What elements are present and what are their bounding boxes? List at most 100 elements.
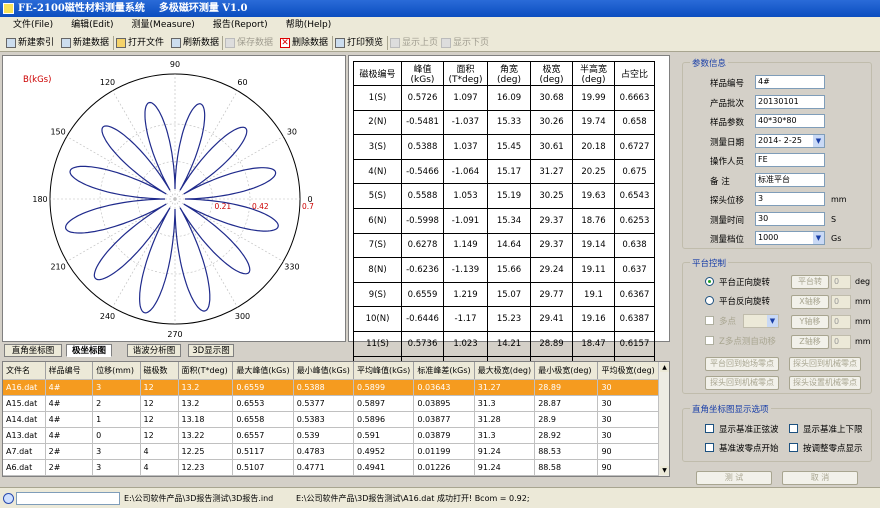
- pole-table-row: 7(S) 0.6278 1.149 14.64 29.37 19.14 0.638: [353, 232, 655, 259]
- grid-cell: 90: [597, 459, 659, 476]
- menu-edit[interactable]: 编辑(Edit): [62, 17, 122, 34]
- param-field[interactable]: 4#: [755, 75, 825, 89]
- print-preview-button[interactable]: 打印预览: [334, 36, 383, 50]
- rotate-unit: deg: [855, 277, 871, 286]
- show-limits-checkbox[interactable]: [789, 424, 798, 433]
- z-multi-auto-checkbox[interactable]: [705, 336, 714, 345]
- probe-mech-zero-button[interactable]: 探头回到机械零点: [705, 376, 779, 390]
- grid-cell: 2#: [45, 459, 94, 476]
- pole-table-cell: 4(N): [353, 158, 402, 185]
- param-field[interactable]: 20130101: [755, 94, 825, 109]
- chevron-down-icon[interactable]: ▼: [813, 232, 824, 244]
- table-row[interactable]: A7.dat 2# 3 4 12.25 0.5117 0.4783 0.4952 0.01199…: [3, 443, 659, 460]
- open-file-button[interactable]: 打开文件: [115, 36, 164, 50]
- x-move-value[interactable]: 0: [831, 295, 851, 309]
- platform-home-button[interactable]: 平台回到始场零点: [705, 357, 779, 371]
- pole-table-cell: 11(S): [353, 330, 402, 357]
- delete-data-button[interactable]: ✕ 删除数据: [279, 36, 328, 50]
- param-field[interactable]: FE: [755, 153, 825, 167]
- scroll-down-icon[interactable]: ▼: [660, 466, 669, 475]
- probe-home-button[interactable]: 探头回到机械零点: [789, 357, 861, 371]
- menu-measure[interactable]: 测量(Measure): [123, 17, 204, 34]
- new-data-button[interactable]: 新建数据: [60, 36, 109, 50]
- param-value: 20130101: [758, 96, 799, 106]
- pole-table-cell: 6(N): [353, 207, 402, 234]
- param-field[interactable]: 标准平台: [755, 172, 825, 187]
- grid-cell: 28.92: [534, 427, 599, 444]
- tab-polar-chart[interactable]: 极坐标图: [66, 344, 112, 357]
- pole-table-cell: 19.63: [572, 183, 615, 209]
- menu-help[interactable]: 帮助(Help): [277, 17, 341, 34]
- rotate-value[interactable]: 0: [831, 275, 851, 289]
- param-field[interactable]: 40*30*80: [755, 114, 825, 128]
- scroll-up-icon[interactable]: ▲: [660, 363, 669, 372]
- right-panel: 参数信息 样品编号 4# 产品批次 20130101 样品参数 40*30*80 测量日期 2…: [678, 55, 878, 485]
- grid-cell: A13.dat: [3, 427, 46, 444]
- tab-rect-chart[interactable]: 直角坐标图: [4, 344, 62, 357]
- tab-harmonic-chart[interactable]: 谐波分析图: [127, 344, 181, 357]
- z-axis-move-button[interactable]: Z轴移: [791, 335, 829, 349]
- probe-set-zero-button[interactable]: 探头设置机械零点: [789, 376, 861, 390]
- adjust-zero-checkbox[interactable]: [789, 443, 798, 452]
- multi-point-label: 多点: [719, 317, 737, 327]
- forward-rotate-radio[interactable]: [705, 277, 714, 286]
- status-input[interactable]: [16, 492, 120, 505]
- x-axis-move-button[interactable]: X轴移: [791, 295, 829, 309]
- z-move-value[interactable]: 0: [831, 335, 851, 349]
- new-index-button[interactable]: 新建索引: [5, 36, 54, 50]
- pole-table-cell: 19.1: [572, 281, 615, 308]
- test-button[interactable]: 测 试: [696, 471, 772, 485]
- prev-page-button[interactable]: 显示上页: [389, 36, 438, 50]
- table-row[interactable]: A13.dat 4# 0 12 13.22 0.6557 0.539 0.591 0.03879…: [3, 427, 659, 444]
- pole-table-header-cell: 角宽(deg): [487, 61, 531, 86]
- pole-table-cell: 15.19: [487, 183, 531, 209]
- pole-table-cell: 0.5726: [401, 85, 444, 111]
- grid-cell: 0.4952: [353, 443, 415, 460]
- param-field[interactable]: 1000 ▼: [755, 231, 825, 245]
- param-field[interactable]: 2014- 2-25 ▼: [755, 133, 825, 148]
- pole-table-cell: 1.149: [443, 232, 488, 259]
- menu-file[interactable]: 文件(File): [0, 17, 62, 34]
- table-row[interactable]: A14.dat 4# 1 12 13.18 0.6558 0.5383 0.5896 0.038…: [3, 411, 659, 428]
- show-sine-checkbox[interactable]: [705, 424, 714, 433]
- cancel-button[interactable]: 取 消: [782, 471, 858, 485]
- y-axis-move-button[interactable]: Y轴移: [791, 315, 829, 329]
- pole-table-cell: 28.89: [530, 330, 573, 357]
- toolbar-separator: [113, 36, 114, 50]
- pole-table-cell: 0.6543: [614, 183, 655, 209]
- pole-table-cell: 15.33: [487, 109, 531, 136]
- table-row[interactable]: A6.dat 2# 3 4 12.23 0.5107 0.4771 0.4941 0.01226…: [3, 459, 659, 476]
- chevron-down-icon[interactable]: ▼: [813, 134, 824, 147]
- grid-cell: 0.4771: [293, 459, 355, 476]
- param-field[interactable]: 30: [755, 211, 825, 226]
- menu-report[interactable]: 报告(Report): [204, 17, 277, 34]
- grid-cell: 0.03643: [413, 379, 475, 396]
- table-row-selected[interactable]: A16.dat 4# 3 12 13.2 0.6559 0.5388 0.5899 0.0364…: [3, 379, 659, 396]
- pole-table-row: 8(N) -0.6236 -1.139 15.66 29.24 19.11 0.637: [353, 257, 655, 283]
- reverse-rotate-radio[interactable]: [705, 296, 714, 305]
- table-row[interactable]: A15.dat 4# 2 12 13.2 0.6553 0.5377 0.5897 0.0389…: [3, 395, 659, 412]
- pole-table-cell: 18.47: [572, 330, 615, 357]
- grid-cell: 0.5899: [353, 379, 415, 396]
- tab-3d-chart[interactable]: 3D显示图: [188, 344, 234, 357]
- multi-point-select[interactable]: ▼: [743, 314, 779, 328]
- grid-cell: 30: [597, 379, 659, 396]
- param-field[interactable]: 3: [755, 192, 825, 206]
- refresh-data-button[interactable]: 刷新数据: [170, 36, 219, 50]
- forward-rotate-label: 平台正向旋转: [719, 278, 771, 288]
- multi-point-checkbox[interactable]: [705, 316, 714, 325]
- pole-table-cell: 29.37: [530, 207, 573, 234]
- grid-cell: 0.01199: [413, 443, 475, 460]
- grid-cell: 90: [597, 443, 659, 460]
- pole-table-cell: 19.74: [572, 109, 615, 136]
- grid-vertical-scrollbar[interactable]: ▲ ▼: [658, 362, 669, 476]
- param-value: 3: [758, 194, 764, 203]
- pole-table-row: 2(N) -0.5481 -1.037 15.33 30.26 19.74 0.658: [353, 109, 655, 136]
- save-data-button[interactable]: 保存数据: [224, 36, 273, 50]
- next-page-button[interactable]: 显示下页: [440, 36, 489, 50]
- pole-table-cell: -1.037: [443, 109, 488, 136]
- platform-rotate-button[interactable]: 平台转: [791, 275, 829, 289]
- zero-start-checkbox[interactable]: [705, 443, 714, 452]
- y-move-value[interactable]: 0: [831, 315, 851, 329]
- grid-cell: 31.3: [474, 395, 536, 412]
